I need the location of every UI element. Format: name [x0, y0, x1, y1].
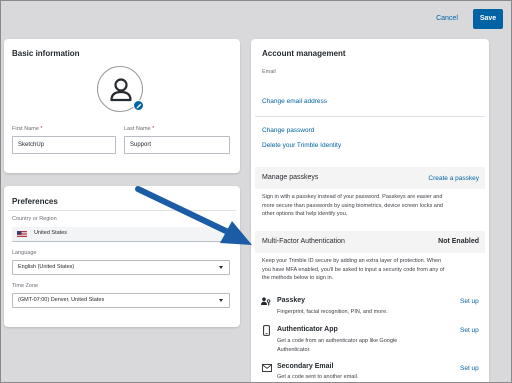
annotation-arrow [135, 186, 252, 245]
